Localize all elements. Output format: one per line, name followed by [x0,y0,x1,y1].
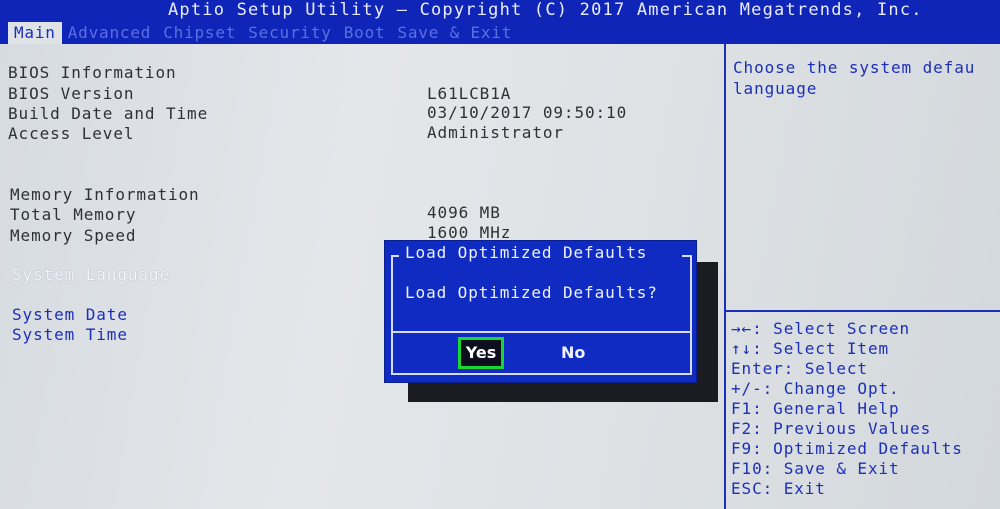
bios-version-value: L61LCB1A [427,84,512,103]
system-language-item[interactable]: System Language [12,265,170,284]
key-legend-item: →←: Select Screen [731,319,911,338]
tab-main[interactable]: Main [8,22,62,44]
system-date-item[interactable]: System Date [12,305,128,324]
bios-info-heading: BIOS Information [8,63,177,82]
bios-version-label: BIOS Version [8,84,135,103]
total-memory-label: Total Memory [10,205,137,224]
key-legend-item: ESC: Exit [731,479,826,498]
total-memory-value: 4096 MB [427,203,501,222]
tab-boot[interactable]: Boot [338,22,392,44]
window-title: Aptio Setup Utility – Copyright (C) 2017… [168,0,923,20]
dialog-separator [393,331,690,333]
build-date-value: 03/10/2017 09:50:10 [427,103,628,122]
help-text-line: Choose the system defau [733,58,976,77]
tab-advanced[interactable]: Advanced [62,22,157,44]
access-level-label: Access Level [8,124,135,143]
key-legend: →←: Select Screen ↑↓: Select Item Enter:… [731,319,963,499]
memory-info-heading: Memory Information [10,185,200,204]
memory-speed-label: Memory Speed [10,226,137,245]
system-time-item[interactable]: System Time [12,325,128,344]
help-text-line: language [733,79,818,98]
key-legend-item: Enter: Select [731,359,868,378]
load-defaults-dialog: Load Optimized Defaults Load Optimized D… [384,240,697,383]
key-legend-item: F1: General Help [731,399,900,418]
help-text: Choose the system defau language [733,57,995,99]
help-divider [724,310,1000,312]
bios-screen: Aptio Setup Utility – Copyright (C) 2017… [0,0,1000,509]
key-legend-item: ↑↓: Select Item [731,339,890,358]
key-legend-item: +/-: Change Opt. [731,379,900,398]
key-legend-item: F9: Optimized Defaults [731,439,963,458]
key-legend-item: F2: Previous Values [731,419,932,438]
no-button[interactable]: No [561,340,585,366]
access-level-value: Administrator [427,123,564,142]
dialog-message: Load Optimized Defaults? [405,283,658,302]
title-bar: Aptio Setup Utility – Copyright (C) 2017… [0,0,1000,44]
dialog-frame-corner [682,255,690,257]
tab-chipset[interactable]: Chipset [157,22,242,44]
tab-bar: Main Advanced Chipset Security Boot Save… [8,22,518,44]
key-legend-item: F10: Save & Exit [731,459,900,478]
dialog-frame-corner [391,255,399,257]
tab-security[interactable]: Security [242,22,337,44]
dialog-title: Load Optimized Defaults [405,243,648,262]
tab-save-exit[interactable]: Save & Exit [391,22,518,44]
build-date-label: Build Date and Time [8,104,209,123]
yes-button[interactable]: Yes [458,337,504,369]
dialog-frame [391,255,692,375]
